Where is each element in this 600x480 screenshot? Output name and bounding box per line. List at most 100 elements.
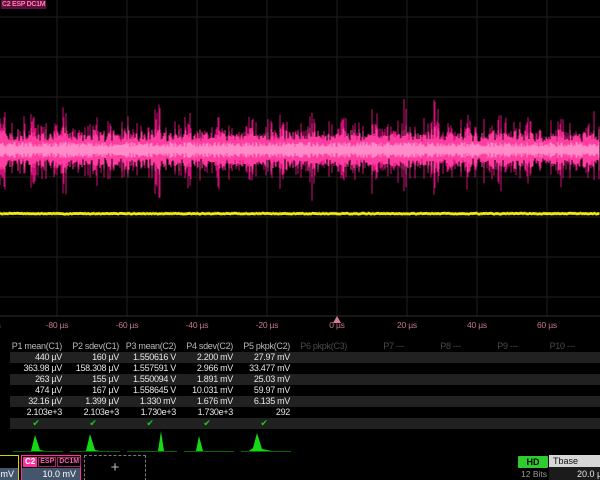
measure-cell: 1.891 mV <box>181 374 238 385</box>
measure-cell <box>466 418 523 429</box>
measure-cell <box>295 352 352 363</box>
measure-header-p3[interactable]: P3 mean(C2) <box>124 341 181 352</box>
histicon-p1[interactable] <box>13 430 63 454</box>
timebase-descriptor[interactable]: Tbase 20.0 µs <box>549 455 600 480</box>
measure-cell <box>466 396 523 407</box>
measure-cell: 1.558645 V <box>124 385 181 396</box>
measure-header-p10[interactable]: P10 --- <box>523 341 580 352</box>
c1-volts-per-div: 10.0 mV <box>0 468 18 480</box>
time-axis-label: -100 µs <box>0 320 1 330</box>
measure-cell: 27.97 mV <box>238 352 295 363</box>
timebase-title: Tbase <box>549 455 600 467</box>
pass-check-icon: ✔ <box>124 418 181 429</box>
measure-header-p9[interactable]: P9 --- <box>466 341 523 352</box>
measure-cell <box>352 396 409 407</box>
histicon-p5[interactable] <box>241 430 291 454</box>
time-axis-label: 60 µs <box>537 320 557 330</box>
measure-cell: 33.477 mV <box>238 363 295 374</box>
c2-volts-per-div: 10.0 mV <box>22 468 80 480</box>
pass-check-icon: ✔ <box>10 418 67 429</box>
measure-cell <box>295 418 352 429</box>
measure-cell <box>409 396 466 407</box>
measure-cell: 263 µV <box>10 374 67 385</box>
measure-cell: 1.676 mV <box>181 396 238 407</box>
measure-cell: 160 µV <box>67 352 124 363</box>
time-axis: -100 µs-80 µs-60 µs-40 µs-20 µs0 µs20 µs… <box>0 317 600 333</box>
measure-header-p2[interactable]: P2 sdev(C1) <box>67 341 124 352</box>
measure-cell: 292 <box>238 407 295 418</box>
measure-row-value: 440 µV160 µV1.550616 V2.200 mV27.97 mV <box>10 352 600 363</box>
time-axis-label: -80 µs <box>46 320 69 330</box>
measure-cell <box>580 407 600 418</box>
measure-row-min: 263 µV155 µV1.550094 V1.891 mV25.03 mV <box>10 374 600 385</box>
time-axis-label: -60 µs <box>116 320 139 330</box>
measure-cell <box>409 385 466 396</box>
time-axis-label: 0 µs <box>329 320 344 330</box>
measure-row-mean: 363.98 µV158.308 µV1.557591 V2.966 mV33.… <box>10 363 600 374</box>
c2-esp-tag: ESP <box>38 457 56 467</box>
histicon-p3[interactable] <box>127 430 177 454</box>
measure-header-p5[interactable]: P5 pkpk(C2) <box>238 341 295 352</box>
measure-cell <box>352 352 409 363</box>
measure-cell <box>409 363 466 374</box>
channel-c2-descriptor[interactable]: C2 ESP DC1M 10.0 mV <box>21 455 81 480</box>
measure-row-num: 2.103e+32.103e+31.730e+31.730e+3292 <box>10 407 600 418</box>
measure-cell: 1.399 µV <box>67 396 124 407</box>
measure-cell <box>580 363 600 374</box>
measure-cell: 10.031 mV <box>181 385 238 396</box>
histicon-p2[interactable] <box>70 430 120 454</box>
pass-check-icon: ✔ <box>67 418 124 429</box>
measure-cell <box>580 374 600 385</box>
measure-cell <box>466 363 523 374</box>
measure-cell <box>523 352 580 363</box>
hd-mode-badge[interactable]: HD <box>518 456 548 468</box>
measure-cell <box>523 385 580 396</box>
measure-cell <box>352 385 409 396</box>
add-trace-button[interactable]: + <box>84 455 146 480</box>
measure-cell <box>295 396 352 407</box>
measure-cell <box>295 363 352 374</box>
measure-header-p8[interactable]: P8 --- <box>409 341 466 352</box>
measure-cell: 1.550616 V <box>124 352 181 363</box>
measure-cell <box>580 385 600 396</box>
time-axis-label: -40 µs <box>186 320 209 330</box>
measure-header-p11[interactable]: P11 --- <box>580 341 600 352</box>
measure-cell <box>466 374 523 385</box>
measure-cell <box>580 396 600 407</box>
time-axis-label: -20 µs <box>256 320 279 330</box>
histicon-p4[interactable] <box>184 430 234 454</box>
hd-bits-label: 12 Bits <box>516 469 552 479</box>
measure-header-p7[interactable]: P7 --- <box>352 341 409 352</box>
c2-coupling-tag: DC1M <box>57 457 81 467</box>
measure-table: P1 mean(C1)P2 sdev(C1)P3 mean(C2)P4 sdev… <box>10 341 600 429</box>
measure-cell <box>466 407 523 418</box>
active-trace-annotation: C2 ESP DC1M <box>1 0 46 9</box>
measure-header-p4[interactable]: P4 sdev(C2) <box>181 341 238 352</box>
measure-cell: 440 µV <box>10 352 67 363</box>
timebase-value: 20.0 µs <box>549 467 600 480</box>
waveform-grid <box>0 0 600 334</box>
measure-cell <box>409 374 466 385</box>
measure-cell <box>523 396 580 407</box>
measure-cell: 59.97 mV <box>238 385 295 396</box>
measure-cell <box>409 352 466 363</box>
measure-cell: 1.730e+3 <box>124 407 181 418</box>
measure-histicons <box>0 430 600 454</box>
measure-cell: 25.03 mV <box>238 374 295 385</box>
time-axis-label: 40 µs <box>467 320 487 330</box>
channel-c1-descriptor[interactable]: C1 DC1M 10.0 mV <box>0 455 19 480</box>
pass-check-icon: ✔ <box>181 418 238 429</box>
measure-cell: 158.308 µV <box>67 363 124 374</box>
measure-cell <box>295 385 352 396</box>
measure-cell: 2.103e+3 <box>10 407 67 418</box>
measure-header-p1[interactable]: P1 mean(C1) <box>10 341 67 352</box>
measure-cell <box>580 418 600 429</box>
measure-cell <box>352 418 409 429</box>
measure-cell: 1.730e+3 <box>181 407 238 418</box>
measure-cell <box>295 374 352 385</box>
measure-cell: 2.200 mV <box>181 352 238 363</box>
measure-cell: 2.966 mV <box>181 363 238 374</box>
measure-cell: 474 µV <box>10 385 67 396</box>
measure-header-p6[interactable]: P6 pkpk(C3) <box>295 341 352 352</box>
measure-cell <box>409 407 466 418</box>
